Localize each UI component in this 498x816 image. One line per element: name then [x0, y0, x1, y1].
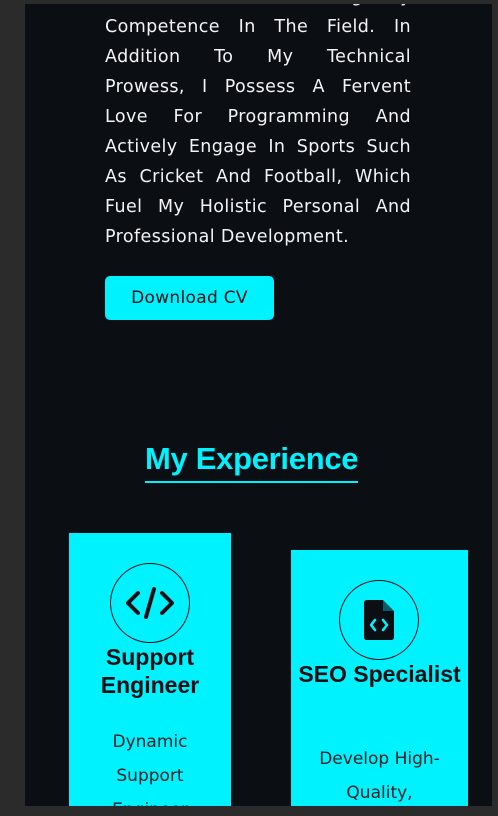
experience-card-seo-specialist: SEO Specialist Develop High-Quality, — [291, 550, 468, 806]
code-icon — [110, 563, 190, 643]
experience-card-support-engineer: Support Engineer Dynamic Support Enginee… — [69, 533, 231, 806]
about-paragraph: Innovation, Substantiating My Competence… — [105, 4, 411, 247]
code-file-icon — [339, 580, 419, 660]
card-description: Develop High-Quality, — [319, 749, 440, 803]
portfolio-page: Innovation, Substantiating My Competence… — [25, 4, 492, 806]
card-title: SEO Specialist — [298, 661, 461, 687]
card-title: Support Engineer — [100, 644, 200, 698]
download-cv-button[interactable]: Download CV — [105, 276, 274, 320]
card-description: Dynamic Support Engineer — [112, 732, 188, 806]
experience-section-title: My Experience — [145, 440, 359, 483]
